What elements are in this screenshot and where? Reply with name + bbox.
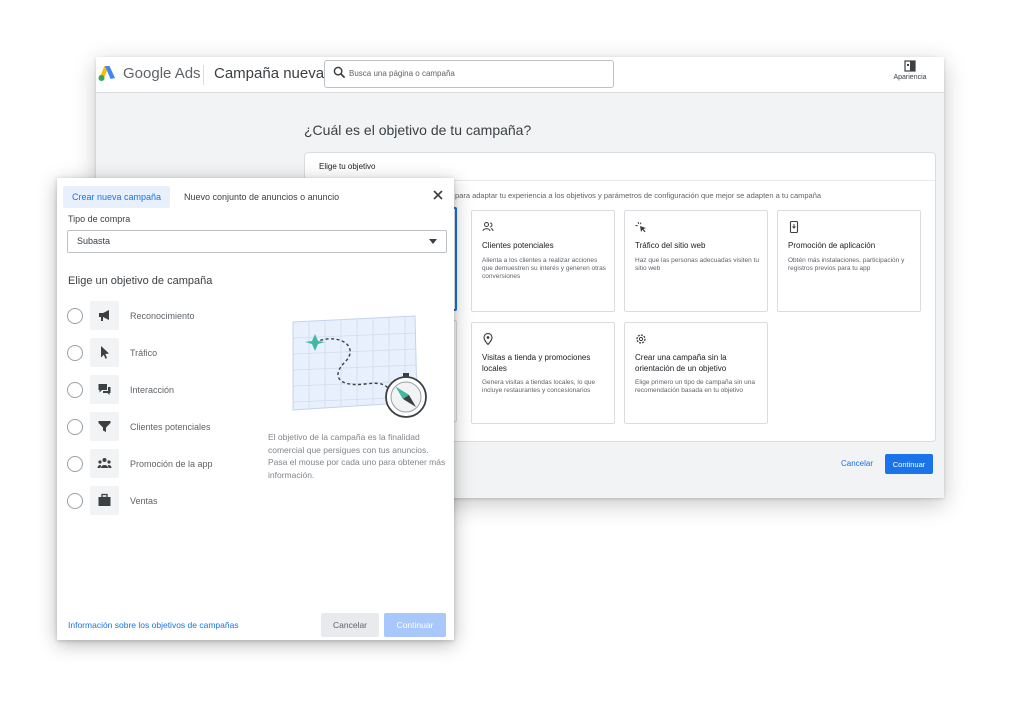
help-text: El objetivo de la campaña es la finalida…	[268, 432, 446, 480]
option-engagement[interactable]: Interacción	[67, 375, 267, 405]
briefcase-icon	[98, 493, 111, 506]
continue-button[interactable]: Continuar	[885, 454, 933, 474]
phone-icon	[789, 221, 799, 233]
people-icon	[482, 222, 494, 232]
chat-icon	[98, 384, 111, 395]
objective-tile-no-objective[interactable]: Crear una campaña sin la orientación de …	[624, 322, 768, 424]
appearance-button[interactable]: Apariencia	[890, 60, 930, 81]
tile-title: Visitas a tienda y promociones locales	[482, 353, 591, 373]
group-icon	[97, 458, 112, 468]
purchase-type-label: Tipo de compra	[68, 214, 131, 224]
option-label: Ventas	[130, 496, 158, 506]
radio-button[interactable]	[67, 493, 83, 509]
cursor-icon	[101, 346, 109, 359]
option-icon-box	[90, 486, 119, 515]
tile-title: Promoción de aplicación	[788, 241, 876, 250]
header-divider	[203, 65, 204, 85]
tile-description: Alienta a los clientes a realizar accion…	[482, 257, 606, 280]
objective-tile-leads[interactable]: Clientes potenciales Alienta a los clien…	[471, 210, 615, 312]
purchase-type-value: Subasta	[77, 236, 111, 246]
tile-description: Elige primero un tipo de campaña sin una…	[635, 379, 755, 394]
megaphone-icon	[99, 310, 109, 321]
tile-title: Tráfico del sitio web	[635, 241, 706, 250]
search-input[interactable]: Busca una página o campaña	[324, 60, 614, 88]
close-icon[interactable]	[431, 188, 445, 202]
card-title: Elige tu objetivo	[319, 162, 376, 171]
appearance-label: Apariencia	[893, 74, 927, 81]
option-sales[interactable]: Ventas	[67, 486, 267, 516]
option-icon-box	[90, 301, 119, 330]
cursor-click-icon	[635, 221, 646, 233]
objective-tile-website-traffic[interactable]: Tráfico del sitio web Haz que las person…	[624, 210, 768, 312]
option-icon-box	[90, 375, 119, 404]
gear-icon	[636, 334, 646, 344]
appearance-icon	[904, 60, 916, 72]
option-icon-box	[90, 338, 119, 367]
radio-button[interactable]	[67, 382, 83, 398]
option-icon-box	[90, 449, 119, 478]
radio-button[interactable]	[67, 308, 83, 324]
option-awareness[interactable]: Reconocimiento	[67, 301, 267, 331]
cancel-link[interactable]: Cancelar	[841, 459, 873, 468]
tile-title: Crear una campaña sin la orientación de …	[635, 353, 727, 373]
funnel-icon	[98, 421, 111, 432]
option-label: Tráfico	[130, 348, 158, 358]
radio-button[interactable]	[67, 345, 83, 361]
tile-description: Haz que las personas adecuadas visiten t…	[635, 257, 759, 272]
option-leads[interactable]: Clientes potenciales	[67, 412, 267, 442]
option-traffic[interactable]: Tráfico	[67, 338, 267, 368]
new-campaign-dialog: Crear nueva campaña Nuevo conjunto de an…	[57, 178, 454, 640]
tile-description: Obtén más instalaciones, participación y…	[788, 257, 905, 272]
cancel-button[interactable]: Cancelar	[321, 613, 379, 637]
top-bar: Google Ads Campaña nueva Busca una págin…	[96, 57, 944, 93]
tab-new-ad-set[interactable]: Nuevo conjunto de anuncios o anuncio	[184, 192, 339, 202]
search-icon	[333, 66, 346, 79]
option-label: Interacción	[130, 385, 175, 395]
radio-button[interactable]	[67, 456, 83, 472]
tab-create-campaign[interactable]: Crear nueva campaña	[63, 186, 170, 208]
objective-tile-store-visits[interactable]: Visitas a tienda y promociones locales G…	[471, 322, 615, 424]
tile-title: Clientes potenciales	[482, 241, 554, 250]
purchase-type-select[interactable]: Subasta	[67, 230, 447, 253]
tile-description: Genera visitas a tiendas locales, lo que…	[482, 379, 596, 394]
objective-tile-app-promotion[interactable]: Promoción de aplicación Obtén más instal…	[777, 210, 921, 312]
continue-button[interactable]: Continuar	[384, 613, 446, 637]
objectives-info-link[interactable]: Información sobre los objetivos de campa…	[68, 620, 239, 630]
option-label: Promoción de la app	[130, 459, 213, 469]
chevron-down-icon	[429, 239, 437, 244]
section-title: Elige un objetivo de campaña	[68, 275, 213, 287]
card-description: para adaptar tu experiencia a los objeti…	[455, 191, 822, 200]
option-label: Reconocimiento	[130, 311, 195, 321]
page-title: Campaña nueva	[214, 65, 325, 82]
map-compass-illustration	[292, 315, 427, 418]
radio-button[interactable]	[67, 419, 83, 435]
google-ads-logo-icon	[98, 66, 115, 81]
option-icon-box	[90, 412, 119, 441]
option-label: Clientes potenciales	[130, 422, 211, 432]
brand-name: Google Ads	[123, 65, 201, 82]
option-app-promotion[interactable]: Promoción de la app	[67, 449, 267, 479]
location-pin-icon	[483, 333, 493, 345]
objective-question: ¿Cuál es el objetivo de tu campaña?	[304, 122, 532, 138]
search-placeholder: Busca una página o campaña	[349, 69, 455, 78]
